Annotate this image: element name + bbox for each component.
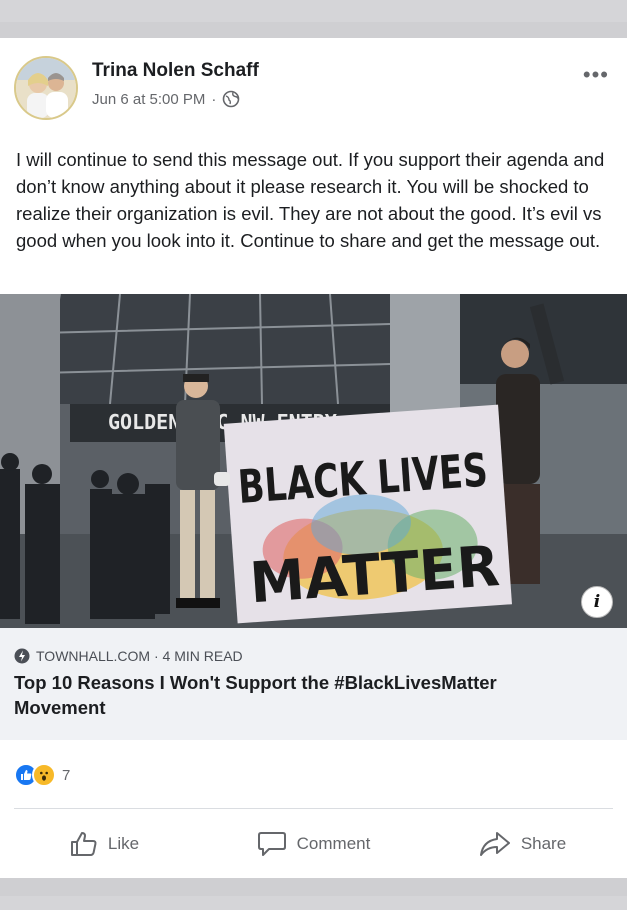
- meta-separator: ·: [211, 90, 217, 108]
- wow-reaction-icon: [32, 763, 56, 787]
- avatar-photo: [16, 58, 76, 118]
- post-meta: Jun 6 at 5:00 PM ·: [92, 90, 240, 108]
- banner: BLACK LIVES MATTER: [223, 404, 512, 624]
- share-label: Share: [520, 834, 567, 853]
- bottom-margin: [0, 878, 627, 910]
- like-label: Like: [107, 834, 140, 853]
- reactions-summary[interactable]: 7: [14, 760, 70, 790]
- link-preview[interactable]: TOWNHALL.COM · 4 MIN READ Top 10 Reasons…: [0, 628, 627, 740]
- info-icon[interactable]: i: [581, 586, 613, 618]
- link-source: TOWNHALL.COM · 4 MIN READ: [14, 648, 243, 664]
- globe-icon[interactable]: [222, 90, 240, 108]
- post-text: I will continue to send this message out…: [16, 149, 605, 251]
- comment-label: Comment: [296, 834, 371, 853]
- more-options-icon[interactable]: •••: [583, 62, 609, 88]
- thumbs-up-icon: [70, 832, 97, 856]
- avatar[interactable]: [14, 56, 78, 120]
- like-button[interactable]: Like: [0, 818, 209, 870]
- author-name[interactable]: Trina Nolen Schaff: [92, 60, 259, 82]
- post-timestamp[interactable]: Jun 6 at 5:00 PM: [92, 91, 205, 108]
- comment-button[interactable]: Comment: [209, 818, 418, 870]
- action-bar: Like Comment Share: [0, 818, 627, 870]
- post-header: Trina Nolen Schaff Jun 6 at 5:00 PM · ••…: [14, 56, 613, 126]
- share-arrow-icon: [479, 832, 510, 856]
- protest-photo: GOLDEN 1 C NW ENTRY BLACK LIVES MATTER: [0, 294, 627, 628]
- link-title[interactable]: Top 10 Reasons I Won't Support the #Blac…: [14, 670, 587, 720]
- megaphone: [214, 472, 230, 486]
- reaction-count: 7: [62, 766, 71, 784]
- post-image[interactable]: GOLDEN 1 C NW ENTRY BLACK LIVES MATTER i: [0, 294, 627, 628]
- instant-article-icon: [14, 648, 30, 664]
- share-button[interactable]: Share: [418, 818, 627, 870]
- actions-divider: [14, 808, 613, 809]
- post-card: Trina Nolen Schaff Jun 6 at 5:00 PM · ••…: [0, 38, 627, 878]
- comment-bubble-icon: [257, 832, 286, 856]
- link-source-text: TOWNHALL.COM · 4 MIN READ: [36, 648, 243, 664]
